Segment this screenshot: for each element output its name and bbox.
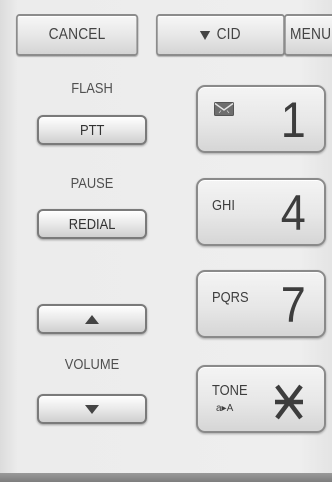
tone-sub-label: a▸A [216,403,234,414]
menu-button[interactable]: MENU [284,14,332,56]
volume-down-icon [85,404,99,414]
key-4-digit: 4 [280,185,306,241]
key-star-tone[interactable]: TONE a▸A [196,365,326,433]
star-key-asterisk [275,384,303,420]
volume-up-button[interactable] [37,304,147,334]
key-4[interactable]: GHI 4 [196,178,326,246]
key-1[interactable]: 1 [196,85,326,153]
triangle-down-icon [200,30,211,40]
redial-button[interactable]: REDIAL [37,209,147,239]
redial-button-label: REDIAL [68,215,116,233]
pause-label: PAUSE [70,175,114,192]
menu-button-label: MENU [290,26,332,43]
tone-label: TONE [212,382,248,399]
ptt-button-label: PTT [79,121,105,139]
key-7[interactable]: PQRS 7 [196,270,326,338]
voicemail-envelope-icon [214,102,234,116]
caller-id-button[interactable]: CID [156,14,285,56]
key-7-letters: PQRS [212,289,249,306]
volume-label: VOLUME [64,356,120,373]
caller-id-button-label: CID [216,26,241,43]
volume-down-button[interactable] [37,394,147,424]
cancel-button-label: CANCEL [48,26,106,43]
key-4-letters: GHI [212,197,235,214]
key-7-digit: 7 [280,277,306,333]
cancel-button[interactable]: CANCEL [16,14,139,56]
ptt-button[interactable]: PTT [37,115,147,145]
bottom-edge [0,473,332,482]
flash-label: FLASH [71,80,113,97]
key-1-digit: 1 [280,92,306,148]
volume-up-icon [85,314,99,324]
